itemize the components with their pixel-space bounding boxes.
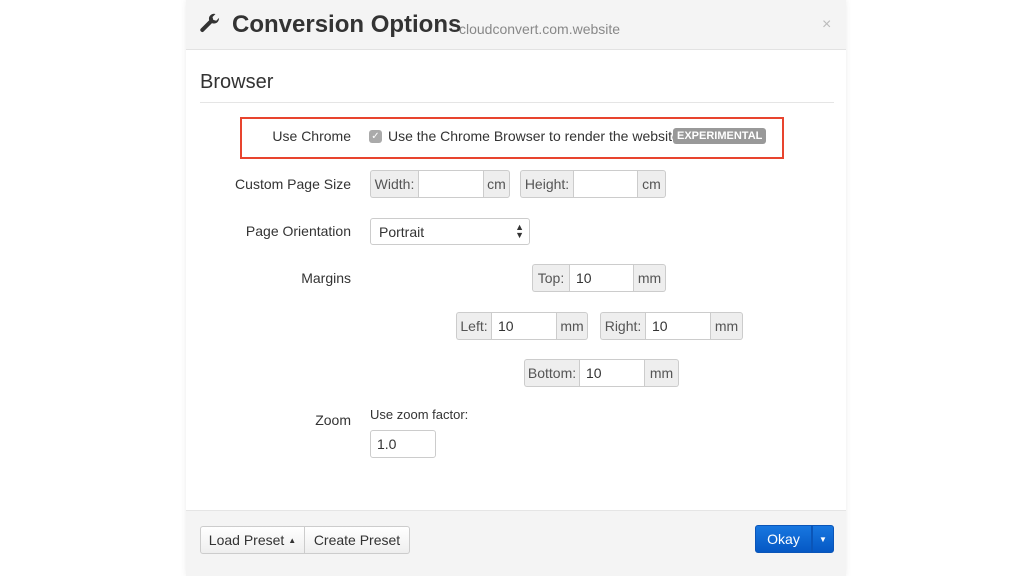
use-chrome-label: Use Chrome — [272, 128, 351, 144]
load-preset-label: Load Preset — [208, 532, 285, 548]
wrench-icon — [200, 13, 220, 32]
okay-button[interactable]: Okay — [755, 525, 812, 553]
create-preset-button[interactable]: Create Preset — [305, 526, 410, 554]
bottom-addon: Bottom: — [524, 359, 579, 387]
height-group: Height: cm — [520, 170, 666, 198]
zoom-input[interactable] — [370, 430, 436, 458]
load-preset-button[interactable]: Load Preset ▲ — [200, 526, 305, 554]
close-icon[interactable]: × — [822, 16, 831, 34]
width-unit: cm — [484, 170, 510, 198]
use-chrome-checkbox[interactable]: ✓ — [369, 130, 382, 143]
orientation-value: Portrait — [379, 224, 425, 240]
bottom-unit: mm — [645, 359, 679, 387]
conversion-options-dialog: Conversion Options cloudconvert.com.webs… — [186, 0, 846, 576]
width-input[interactable] — [418, 170, 484, 198]
okay-dropdown-caret-icon[interactable]: ▼ — [812, 525, 834, 553]
margin-right-input[interactable] — [645, 312, 711, 340]
experimental-badge: EXPERIMENTAL — [673, 128, 767, 144]
dialog-subtitle: cloudconvert.com.website — [459, 21, 621, 37]
width-addon: Width: — [370, 170, 418, 198]
height-addon: Height: — [520, 170, 573, 198]
orientation-select[interactable]: Portrait ▲ ▼ — [370, 218, 530, 245]
margin-left-input[interactable] — [491, 312, 557, 340]
margin-top-group: Top: mm — [532, 264, 666, 292]
dialog-footer: Load Preset ▲ Create Preset Okay ▼ — [186, 510, 846, 576]
caret-up-icon: ▲ — [288, 535, 297, 545]
zoom-hint: Use zoom factor: — [370, 407, 469, 422]
use-chrome-text: Use the Chrome Browser to render the web… — [388, 128, 684, 144]
margin-top-input[interactable] — [569, 264, 634, 292]
left-addon: Left: — [456, 312, 491, 340]
section-title: Browser — [200, 71, 274, 93]
right-addon: Right: — [600, 312, 645, 340]
orientation-label: Page Orientation — [245, 223, 351, 239]
width-group: Width: cm — [370, 170, 510, 198]
top-unit: mm — [634, 264, 666, 292]
height-input[interactable] — [573, 170, 638, 198]
zoom-label: Zoom — [315, 412, 351, 428]
left-unit: mm — [557, 312, 588, 340]
select-arrows-icon: ▲ ▼ — [515, 222, 524, 240]
height-unit: cm — [638, 170, 666, 198]
margin-bottom-input[interactable] — [579, 359, 645, 387]
margin-right-group: Right: mm — [600, 312, 743, 340]
divider — [200, 102, 834, 103]
margin-left-group: Left: mm — [456, 312, 588, 340]
page-size-label: Custom Page Size — [235, 176, 351, 192]
dialog-title: Conversion Options — [232, 11, 462, 38]
margin-bottom-group: Bottom: mm — [524, 359, 679, 387]
top-addon: Top: — [532, 264, 569, 292]
right-unit: mm — [711, 312, 743, 340]
dialog-header: Conversion Options cloudconvert.com.webs… — [186, 0, 846, 50]
margins-label: Margins — [301, 270, 351, 286]
